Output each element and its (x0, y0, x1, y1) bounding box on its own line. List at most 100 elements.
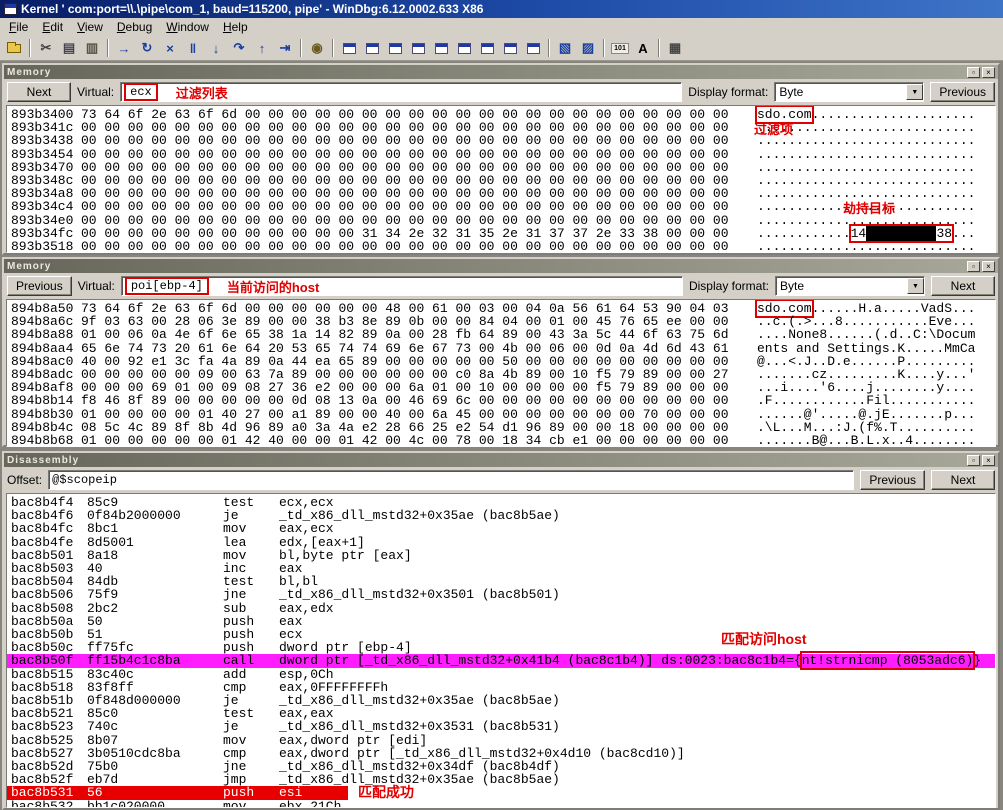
instruction-bytes: ff15b4c1c8ba (87, 654, 223, 667)
memory2-hex-dump[interactable]: 894b8a5073 64 6f 2e 63 6f 6d 00 00 00 00… (6, 299, 996, 447)
disasm-line[interactable]: bac8b50a50pusheax (11, 615, 995, 628)
disasm-line[interactable]: bac8b5018a18movbl,byte ptr [eax] (11, 549, 995, 562)
font-icon[interactable]: A (632, 38, 654, 58)
glyph: 101 (611, 43, 629, 54)
memory-row: 894b8a8801 00 06 0a 4e 6f 6e 65 38 1a 14… (11, 328, 995, 341)
instruction-bytes: 50 (87, 615, 223, 628)
disasm-line[interactable]: bac8b4f60f84b2000000je_td_x86_dll_mstd32… (11, 509, 995, 522)
paste-icon[interactable]: ▥ (81, 38, 103, 58)
run-to-cursor-icon[interactable]: ⇥ (274, 38, 296, 58)
close-icon[interactable]: × (982, 261, 995, 272)
stop-debugging-icon[interactable]: × (159, 38, 181, 58)
menubar: FileEditViewDebugWindowHelp (0, 18, 1003, 36)
disassembly-previous-button[interactable]: Previous (860, 470, 925, 490)
memory-row: 893b343800 00 00 00 00 00 00 00 00 00 00… (11, 134, 995, 147)
instruction-operands: esp,0Ch (279, 668, 334, 681)
memory2-previous-button[interactable]: Previous (7, 276, 72, 296)
watch-window-icon[interactable] (361, 38, 383, 58)
memory-window-icon[interactable] (430, 38, 452, 58)
disasm-line[interactable]: bac8b532bb1c020000movebx,21Ch (11, 800, 995, 808)
disasm-line[interactable]: bac8b4fc8bc1moveax,ecx (11, 522, 995, 535)
instruction-address: bac8b508 (11, 602, 87, 615)
menu-window[interactable]: Window (159, 19, 216, 35)
disasm-line[interactable]: bac8b52feb7djmp_td_x86_dll_mstd32+0x35ae… (11, 773, 995, 786)
instruction-operands: edx,[eax+1] (279, 536, 365, 549)
menu-file[interactable]: File (2, 19, 35, 35)
instruction-mnemonic: sub (223, 602, 279, 615)
row-hex-bytes: 01 00 00 00 00 01 40 27 00 a1 89 00 00 4… (81, 408, 757, 421)
menu-debug[interactable]: Debug (110, 19, 159, 35)
disassembly-titlebar[interactable]: Disassembly ▫ × (4, 453, 998, 467)
menu-view[interactable]: View (70, 19, 110, 35)
step-out-icon[interactable]: ↑ (251, 38, 273, 58)
chevron-down-icon[interactable]: ▼ (907, 278, 924, 294)
processes-window-icon[interactable] (522, 38, 544, 58)
memory1-titlebar[interactable]: Memory ▫ × (4, 65, 998, 79)
disasm-line[interactable]: bac8b4fe8d5001leaedx,[eax+1] (11, 536, 995, 549)
memory2-virtual-input[interactable]: poi[ebp-4] 当前访问的host (121, 276, 683, 296)
locals-window-icon[interactable] (384, 38, 406, 58)
disasm-line[interactable]: bac8b50fff15b4c1c8bacalldword ptr [_td_x… (7, 654, 995, 667)
step-into-icon[interactable]: ↓ (205, 38, 227, 58)
memory-row: 893b351800 00 00 00 00 00 00 00 00 00 00… (11, 240, 995, 253)
go-icon[interactable]: → (113, 38, 135, 58)
annotation-match-host: 匹配访问host (721, 633, 807, 646)
row-ascii: ents and Settings.K.....MmCa (757, 342, 995, 355)
disassembly-listing[interactable]: 匹配访问host bac8b4f485c9testecx,ecxbac8b4f6… (6, 493, 996, 808)
instruction-mnemonic: mov (223, 522, 279, 535)
cut-icon[interactable]: ✂ (35, 38, 57, 58)
memory2-display-format-select[interactable]: Byte ▼ (775, 276, 925, 296)
disasm-line[interactable]: bac8b53156pushesi匹配成功 (11, 786, 995, 799)
options-icon[interactable]: ▦ (664, 38, 686, 58)
disasm-line[interactable]: bac8b5082bc2subeax,edx (11, 602, 995, 615)
memory1-display-format-label: Display format: (688, 85, 768, 99)
menu-edit[interactable]: Edit (35, 19, 70, 35)
titlebar[interactable]: Kernel ' com:port=\\.\pipe\com_1, baud=1… (0, 0, 1003, 18)
disasm-line[interactable]: bac8b523740cje_td_x86_dll_mstd32+0x3531 … (11, 720, 995, 733)
annotation-box-virtual1: ecx (124, 83, 158, 101)
disassembly-controls: Offset: @$scopeip Previous Next (4, 467, 998, 493)
row-address: 893b34e0 (11, 214, 81, 227)
annotation-match-success: 匹配成功 (358, 786, 414, 799)
offset-input[interactable]: @$scopeip (48, 470, 854, 490)
close-icon[interactable]: × (982, 67, 995, 78)
disassembly-window-icon[interactable] (476, 38, 498, 58)
chevron-down-icon[interactable]: ▼ (906, 84, 923, 100)
memory1-virtual-input[interactable]: ecx 过滤列表 (120, 82, 682, 102)
copy-icon[interactable]: ▤ (58, 38, 80, 58)
memory1-previous-button[interactable]: Previous (930, 82, 995, 102)
command-window-icon[interactable] (338, 38, 360, 58)
callstack-window-icon[interactable] (453, 38, 475, 58)
memory2-next-button[interactable]: Next (931, 276, 995, 296)
disasm-line[interactable]: bac8b51b0f848d000000je_td_x86_dll_mstd32… (11, 694, 995, 707)
menu-help[interactable]: Help (216, 19, 255, 35)
source-mode-off-icon[interactable]: ▨ (577, 38, 599, 58)
disasm-line[interactable]: bac8b50b51pushecx (11, 628, 995, 641)
close-icon[interactable]: × (982, 455, 995, 466)
source-mode-on-icon[interactable]: ▧ (554, 38, 576, 58)
disasm-line[interactable]: bac8b51583c40caddesp,0Ch (11, 668, 995, 681)
break-icon[interactable]: ‖ (182, 38, 204, 58)
memory1-hex-dump[interactable]: 过滤项 劫持目标 893b340073 64 6f 2e 63 6f 6d 00… (6, 105, 996, 253)
assembly-options-icon[interactable]: 101 (609, 38, 631, 58)
row-hex-bytes: 00 00 00 00 00 00 00 00 00 00 00 00 00 0… (81, 214, 757, 227)
disasm-line[interactable]: bac8b50675f9jne_td_x86_dll_mstd32+0x3501… (11, 588, 995, 601)
memory1-display-format-select[interactable]: Byte ▼ (774, 82, 924, 102)
memory2-titlebar[interactable]: Memory ▫ × (4, 259, 998, 273)
dock-icon[interactable]: ▫ (967, 67, 980, 78)
step-over-icon[interactable]: ↷ (228, 38, 250, 58)
breakpoint-hand-icon[interactable]: ◉ (306, 38, 328, 58)
disasm-line[interactable]: bac8b50340inceax (11, 562, 995, 575)
dock-icon[interactable]: ▫ (967, 455, 980, 466)
registers-window-icon[interactable] (407, 38, 429, 58)
disassembly-next-button[interactable]: Next (931, 470, 995, 490)
restart-icon[interactable]: ↻ (136, 38, 158, 58)
disasm-line[interactable]: bac8b5258b07moveax,dword ptr [edi] (11, 734, 995, 747)
memory1-title: Memory (7, 67, 51, 78)
scratchpad-window-icon[interactable] (499, 38, 521, 58)
memory1-next-button[interactable]: Next (7, 82, 71, 102)
open-workspace-icon[interactable] (3, 38, 25, 58)
instruction-operands: eax,dword ptr [edi] (279, 734, 427, 747)
dock-icon[interactable]: ▫ (967, 261, 980, 272)
instruction-address: bac8b532 (11, 800, 87, 808)
